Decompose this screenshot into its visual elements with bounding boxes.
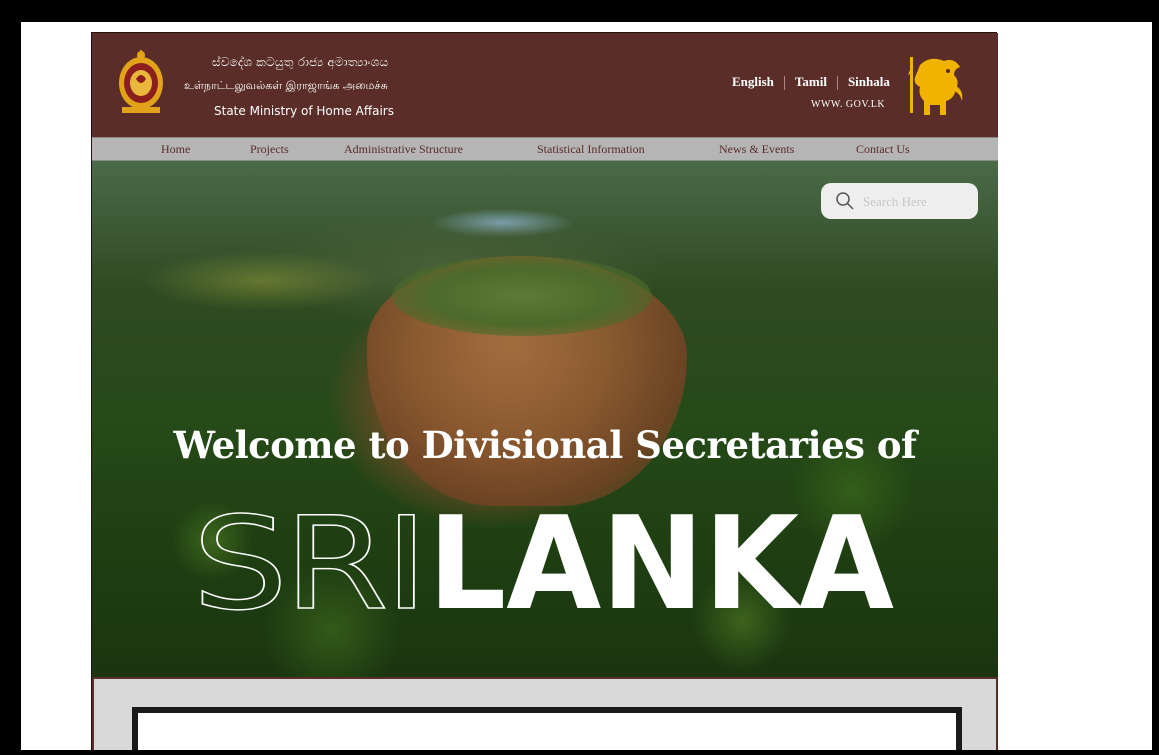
language-tamil-link[interactable]: Tamil [795,74,827,90]
search-input[interactable] [861,183,975,221]
gov-lk-link[interactable]: WWW. GOV.LK [811,99,885,110]
nav-item-news-events[interactable]: News & Events [719,142,794,157]
title-sri: SRI [192,496,424,616]
welcome-heading: Welcome to Divisional Secretaries of [173,423,917,467]
sri-lanka-emblem-icon[interactable] [116,45,166,117]
main-nav: Home Projects Administrative Structure S… [92,137,998,161]
language-english-link[interactable]: English [732,74,774,90]
lion-flag-icon[interactable] [902,55,970,121]
language-divider [836,76,838,90]
ministry-name-tamil: உள்நாட்டலுவல்கள் இராஜாங்க அமைச்சு [184,79,388,92]
language-sinhala-link[interactable]: Sinhala [848,74,890,90]
nav-item-projects[interactable]: Projects [250,142,289,157]
search-box[interactable] [821,183,978,221]
ministry-name-sinhala: ස්වදේශ කටයුතු රාජ්‍ය අමාත්‍යාංශය [212,55,389,69]
sigiriya-summit-image [392,256,652,336]
sri-lanka-title: SRI LANKA [192,496,894,616]
language-divider [783,76,785,90]
nav-item-contact-us[interactable]: Contact Us [856,142,910,157]
site-header: ස්වදේශ කටයුතු රාජ්‍ය අමාත්‍යාංශය உள்நாட்… [92,33,998,137]
content-card [132,707,962,750]
nav-item-statistical-information[interactable]: Statistical Information [537,142,645,157]
nav-item-home[interactable]: Home [161,142,190,157]
nav-item-administrative-structure[interactable]: Administrative Structure [344,142,463,157]
language-switcher: English Tamil Sinhala [732,74,890,90]
ministry-name-english: State Ministry of Home Affairs [214,104,394,118]
search-icon[interactable] [835,191,855,211]
hero-banner: Welcome to Divisional Secretaries of SRI… [92,161,998,677]
content-section [92,677,998,750]
title-lanka: LANKA [428,496,894,616]
site-frame: ස්වදේශ කටයුතු රාජ්‍ය අමාත්‍යාංශය உள்நாட்… [91,32,998,750]
page: ස්වදේශ කටයුතු රාජ්‍ය අමාත්‍යාංශය உள்நாட்… [21,22,1152,750]
